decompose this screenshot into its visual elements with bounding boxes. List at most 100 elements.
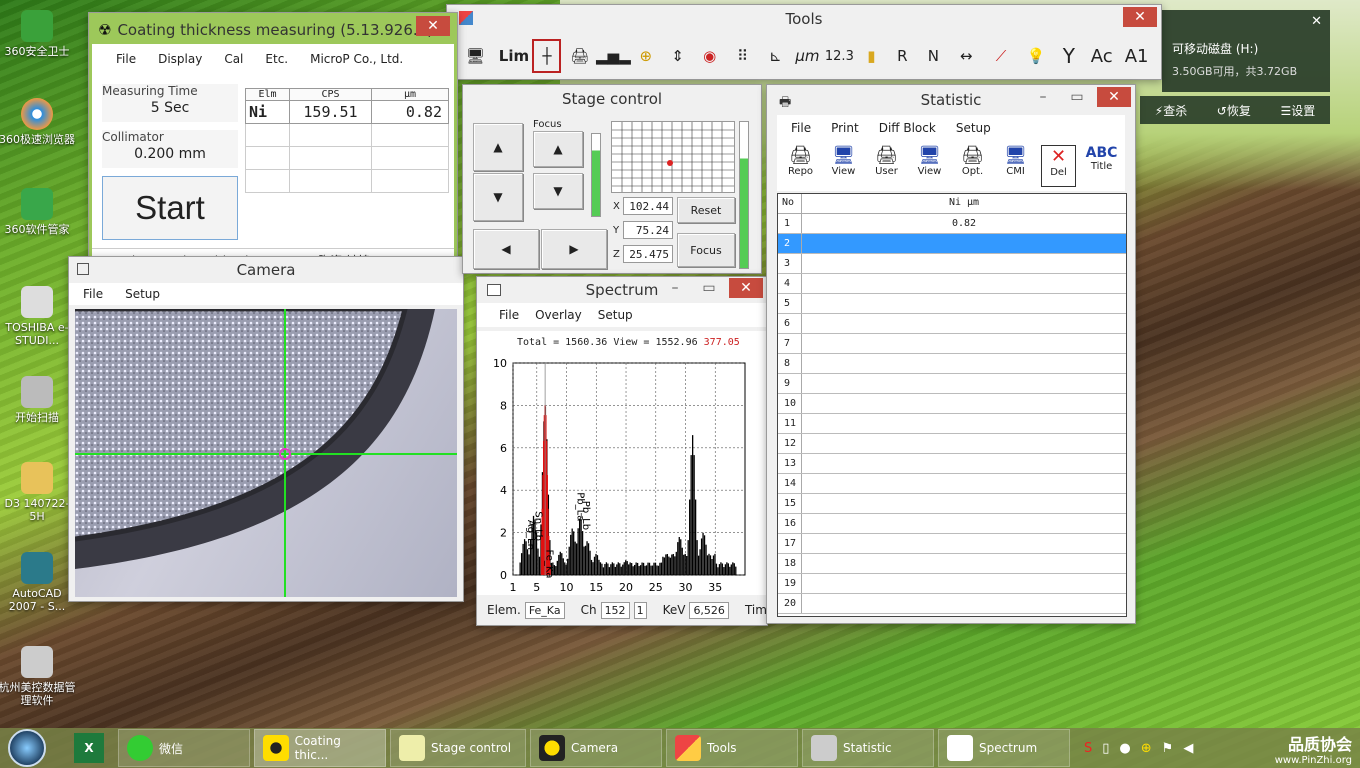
table-row[interactable]: 7 [778, 334, 1126, 354]
r-button[interactable]: R [888, 39, 917, 73]
delete-button[interactable]: ✕ Del [1041, 145, 1077, 187]
target-icon[interactable]: ⊕ [630, 39, 661, 73]
menu-file[interactable]: File [499, 308, 519, 322]
menu-setup[interactable]: Setup [125, 287, 160, 301]
table-row[interactable]: 13 [778, 454, 1126, 474]
taskbar-statistic[interactable]: Statistic [802, 729, 934, 767]
printer-icon[interactable]: 🖨 [563, 39, 596, 73]
menu-file[interactable]: File [83, 287, 103, 301]
close-button[interactable]: ✕ [729, 278, 763, 298]
n-button[interactable]: N [919, 39, 948, 73]
table-row[interactable]: 9 [778, 374, 1126, 394]
stage-position-grid[interactable] [611, 121, 735, 193]
focus-down-button[interactable]: ▼ [533, 173, 583, 209]
report-button[interactable]: 🖨 Repo [783, 145, 818, 187]
stage-down-button[interactable]: ▼ [473, 173, 523, 221]
close-button[interactable]: ✕ [1123, 7, 1157, 27]
crosshair-tool-icon[interactable]: ┼ [532, 39, 562, 73]
menu-etc[interactable]: Etc. [265, 52, 288, 66]
volume-icon[interactable]: ◀ [1183, 741, 1193, 756]
taskbar-spectrum[interactable]: Spectrum [938, 729, 1070, 767]
taskbar-wechat[interactable]: 微信 [118, 729, 250, 767]
options-button[interactable]: 🖨 Opt. [955, 145, 990, 187]
table-row[interactable]: 4 [778, 274, 1126, 294]
bulb-icon[interactable]: 💡 [1019, 39, 1052, 73]
view-report-button[interactable]: 🖥 View [826, 145, 861, 187]
table-row[interactable]: 3 [778, 254, 1126, 274]
start-orb-icon[interactable] [8, 729, 46, 767]
menu-print[interactable]: Print [831, 121, 859, 135]
table-row[interactable]: 16 [778, 514, 1126, 534]
table-row[interactable]: 11 [778, 414, 1126, 434]
minimize-button[interactable]: – [1029, 87, 1057, 107]
desktop-icon-360-browser[interactable]: 360极速浏览器 [0, 98, 76, 146]
table-row[interactable]: 15 [778, 494, 1126, 514]
minimize-button[interactable]: – [661, 278, 689, 298]
stage-right-button[interactable]: ▶ [541, 229, 607, 269]
focus-button[interactable]: Focus [677, 233, 735, 267]
desktop-icon-data-mgmt[interactable]: 杭州美控数据管理软件 [0, 646, 76, 707]
table-row[interactable]: 19 [778, 574, 1126, 594]
desktop-icon-360-software[interactable]: 360软件管家 [0, 188, 76, 236]
desktop-icon-toshiba[interactable]: TOSHIBA e-STUDI... [0, 286, 76, 347]
grid-dots-icon[interactable]: ⠿ [727, 39, 758, 73]
ch-field[interactable]: 152 [600, 601, 630, 619]
ch-step[interactable]: 1 [633, 601, 647, 619]
a1-button[interactable]: A1 [1120, 39, 1153, 73]
table-row[interactable]: 10 [778, 394, 1126, 414]
elem-field[interactable]: Fe_Ka [524, 601, 565, 619]
menu-display[interactable]: Display [158, 52, 202, 66]
table-row[interactable]: 12 [778, 434, 1126, 454]
table-row[interactable]: 5 [778, 294, 1126, 314]
desktop-icon-folder[interactable]: D3 140722-5H [0, 462, 76, 523]
close-button[interactable]: ✕ [1097, 87, 1131, 107]
vertical-arrows-icon[interactable]: ⇕ [663, 39, 692, 73]
desktop-icon-scan[interactable]: 开始扫描 [0, 376, 76, 424]
close-icon[interactable]: ✕ [1311, 14, 1322, 29]
menu-file[interactable]: File [791, 121, 811, 135]
table-row[interactable]: 2 [778, 234, 1126, 254]
table-row[interactable]: 20 [778, 594, 1126, 614]
table-row[interactable]: 1 0.82 [778, 214, 1126, 234]
start-button[interactable]: Start [102, 176, 238, 240]
reset-button[interactable]: Reset [677, 197, 735, 223]
taskbar-coating[interactable]: Coating thic... [254, 729, 386, 767]
title-button[interactable]: ABC Title [1084, 145, 1119, 187]
sogou-icon[interactable]: S [1084, 741, 1092, 756]
settings-action[interactable]: ☰设置 [1280, 102, 1315, 119]
measure-width-icon[interactable]: ↔ [950, 39, 983, 73]
y-button[interactable]: Y [1054, 39, 1083, 73]
usb-icon[interactable]: ▯ [1102, 741, 1109, 756]
spectrum-icon[interactable]: ▂▅▂ [596, 39, 631, 73]
table-row[interactable]: 6 [778, 314, 1126, 334]
scan-action[interactable]: ⚡查杀 [1155, 102, 1187, 119]
restore-action[interactable]: ↺恢复 [1217, 102, 1251, 119]
excel-icon[interactable]: X [74, 733, 104, 763]
table-row[interactable]: 8 [778, 354, 1126, 374]
decimal-button[interactable]: 12.3 [824, 39, 855, 73]
table-row[interactable]: 17 [778, 534, 1126, 554]
stage-up-button[interactable]: ▲ [473, 123, 523, 171]
maximize-button[interactable]: ▭ [1063, 87, 1091, 107]
close-button[interactable]: ✕ [416, 16, 450, 36]
ac-button[interactable]: Ac [1085, 39, 1118, 73]
taskbar-camera[interactable]: Camera [530, 729, 662, 767]
cmi-button[interactable]: 🖥 CMI [998, 145, 1033, 187]
menu-setup[interactable]: Setup [598, 308, 633, 322]
wechat-tray-icon[interactable]: ● [1119, 741, 1130, 756]
menu-cal[interactable]: Cal [224, 52, 243, 66]
stage-left-button[interactable]: ◀ [473, 229, 539, 269]
computer-icon[interactable]: 🖥 [455, 39, 496, 73]
desktop-icon-autocad[interactable]: AutoCAD 2007 - S... [0, 552, 76, 613]
table-row[interactable]: 18 [778, 554, 1126, 574]
view-user-button[interactable]: 🖥 View [912, 145, 947, 187]
maximize-button[interactable]: ▭ [695, 278, 723, 298]
menu-about[interactable]: MicroP Co., Ltd. [310, 52, 403, 66]
menu-diff-block[interactable]: Diff Block [879, 121, 936, 135]
desktop-icon-360-safe[interactable]: 360安全卫士 [0, 10, 76, 58]
probe-icon[interactable]: ⟋ [985, 39, 1018, 73]
menu-overlay[interactable]: Overlay [535, 308, 582, 322]
taskbar-tools[interactable]: Tools [666, 729, 798, 767]
record-icon[interactable]: ◉ [694, 39, 725, 73]
user-button[interactable]: 🖨 User [869, 145, 904, 187]
